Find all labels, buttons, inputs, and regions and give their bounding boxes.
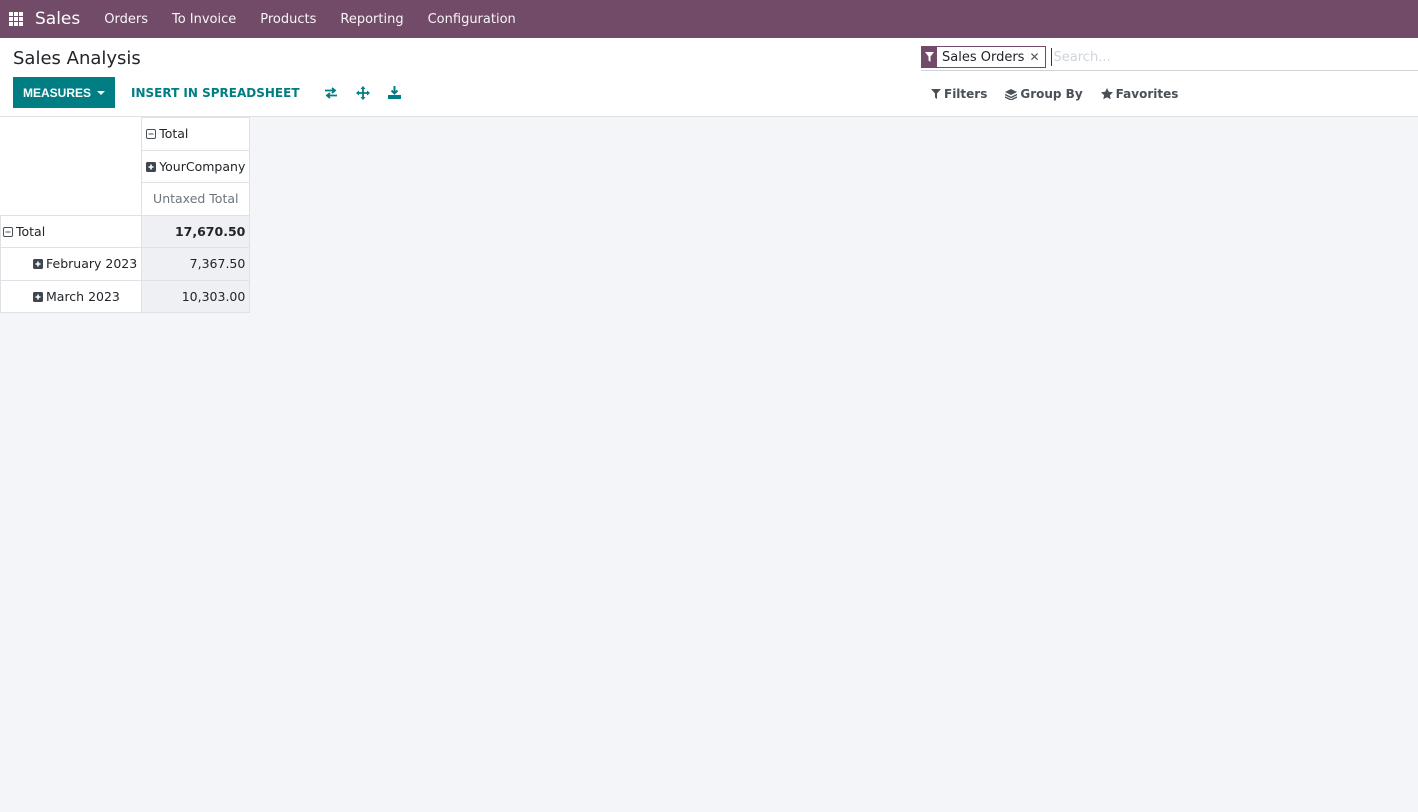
page-title: Sales Analysis [13,48,141,69]
layers-icon [1005,88,1018,100]
filter-icon [931,89,941,99]
plus-square-icon [33,259,43,270]
download-icon [387,86,401,99]
plus-square-icon [146,161,157,172]
col-header-total[interactable]: Total [141,117,251,151]
caret-down-icon [97,90,106,95]
measure-header[interactable]: Untaxed Total [141,182,251,216]
flip-axis-icon [324,86,337,99]
favorites-label: Favorites [1115,87,1179,101]
apps-menu-button[interactable] [0,0,32,38]
row-header-march-2023[interactable]: March 2023 [0,279,143,313]
minus-square-icon [146,129,157,140]
row-header-total[interactable]: Total [0,214,143,248]
group-by-button[interactable]: Group By [1005,87,1083,101]
close-icon[interactable]: ✕ [1029,50,1039,64]
search-panel: Sales Orders ✕ [921,44,1418,71]
menu-reporting[interactable]: Reporting [328,12,415,27]
measures-button[interactable]: MEASURES [13,77,116,108]
facet-label: Sales Orders [942,49,1025,65]
cell-value[interactable]: 10,303.00 [141,279,251,313]
table-row: Total 17,670.50 [0,214,251,248]
control-panel: Sales Analysis MEASURES INSERT IN SPREAD… [0,38,1418,117]
menu-products[interactable]: Products [248,12,328,27]
measures-label: MEASURES [23,85,92,100]
download-button[interactable] [387,86,401,99]
search-facet: Sales Orders ✕ [921,46,1046,68]
search-bar: Sales Orders ✕ [921,44,1418,71]
table-row: February 2023 7,367.50 [0,247,251,281]
cell-value[interactable]: 7,367.50 [141,247,251,281]
flip-axis-button[interactable] [324,86,338,99]
favorites-button[interactable]: Favorites [1100,87,1179,101]
expand-all-icon [355,85,370,100]
filters-label: Filters [944,87,988,101]
pivot-table: Total YourCompany Untaxed Total Total 17… [0,117,251,313]
search-options: Filters Group By Favorites [931,87,1196,101]
plus-square-icon [33,291,43,302]
menu-orders[interactable]: Orders [92,12,160,27]
star-icon [1100,88,1113,100]
pivot-corner [0,117,143,216]
menu-to-invoice[interactable]: To Invoice [160,12,248,27]
app-name[interactable]: Sales [35,9,80,29]
search-input[interactable] [1050,48,1351,66]
row-header-february-2023[interactable]: February 2023 [0,247,143,281]
minus-square-icon [3,226,13,237]
menu-configuration[interactable]: Configuration [416,12,528,27]
pivot-toolbar: MEASURES INSERT IN SPREADSHEET [13,77,401,108]
filter-icon [922,47,937,67]
top-navbar: Sales Orders To Invoice Products Reporti… [0,0,1418,38]
expand-all-button[interactable] [355,85,370,100]
filters-button[interactable]: Filters [931,87,987,101]
cell-value[interactable]: 17,670.50 [141,214,251,248]
grid-icon [9,12,23,26]
col-header-yourcompany[interactable]: YourCompany [141,149,251,183]
group-by-label: Group By [1020,87,1083,101]
insert-in-spreadsheet-button[interactable]: INSERT IN SPREADSHEET [131,86,300,100]
table-row: March 2023 10,303.00 [0,279,251,313]
